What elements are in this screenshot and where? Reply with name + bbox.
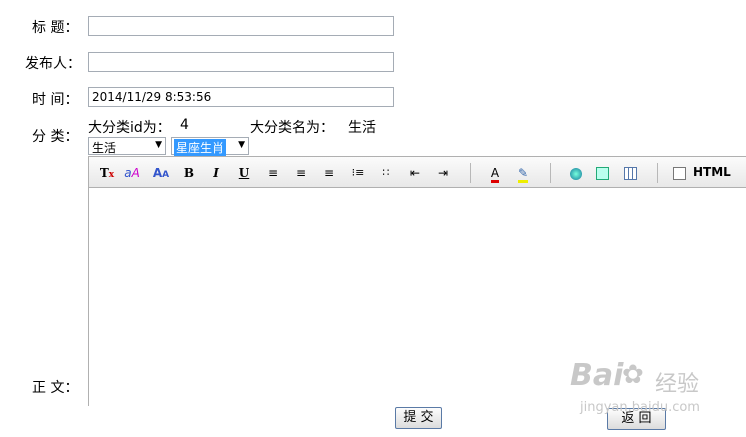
publisher-input[interactable] bbox=[88, 52, 394, 72]
editor-toolbar: Tx aA AA B I U ≡ ≡ ≡ ⁝≡ ∷ ⇤ ⇥ A ✎ HTML bbox=[88, 156, 746, 188]
bold-icon[interactable]: B bbox=[179, 163, 199, 183]
link-icon[interactable] bbox=[566, 163, 586, 183]
watermark-url: jingyan.baidu.com bbox=[580, 400, 700, 415]
chevron-down-icon: ▼ bbox=[238, 140, 245, 150]
submit-button[interactable]: 提 交 bbox=[395, 407, 442, 429]
title-input[interactable] bbox=[88, 16, 394, 36]
big-category-select[interactable]: 生活 ▼ bbox=[88, 137, 166, 155]
font-name-icon[interactable]: aA bbox=[122, 163, 142, 183]
watermark-brand2: 经验 bbox=[655, 372, 700, 397]
align-center-icon[interactable]: ≡ bbox=[291, 163, 311, 183]
unordered-list-icon[interactable]: ∷ bbox=[376, 163, 396, 183]
body-editor[interactable] bbox=[88, 188, 746, 406]
toolbar-separator bbox=[550, 163, 551, 183]
big-category-id-value: 4 bbox=[180, 117, 189, 133]
ordered-list-icon[interactable]: ⁝≡ bbox=[348, 163, 368, 183]
remove-format-icon[interactable]: Tx bbox=[97, 163, 117, 183]
chevron-down-icon: ▼ bbox=[155, 140, 162, 150]
align-right-icon[interactable]: ≡ bbox=[319, 163, 339, 183]
title-label: 标 题： bbox=[32, 20, 79, 36]
paw-icon: ✿ bbox=[622, 360, 644, 390]
big-category-name-value: 生活 bbox=[348, 120, 376, 136]
time-input[interactable]: 2014/11/29 8:53:56 bbox=[88, 87, 394, 107]
watermark-brand: Bai bbox=[570, 358, 624, 393]
html-mode-label: HTML bbox=[693, 165, 731, 179]
small-category-selected: 星座生肖 bbox=[174, 139, 227, 156]
big-category-selected: 生活 bbox=[92, 141, 117, 155]
align-left-icon[interactable]: ≡ bbox=[263, 163, 283, 183]
font-color-icon[interactable]: A bbox=[485, 163, 505, 183]
indent-icon[interactable]: ⇥ bbox=[433, 163, 453, 183]
table-icon[interactable] bbox=[620, 163, 640, 183]
highlight-icon[interactable]: ✎ bbox=[513, 163, 533, 183]
big-category-name-label: 大分类名为： bbox=[250, 120, 334, 136]
underline-icon[interactable]: U bbox=[234, 163, 254, 183]
publisher-label: 发布人： bbox=[25, 56, 81, 72]
category-label: 分 类： bbox=[32, 129, 79, 145]
html-mode-checkbox[interactable] bbox=[673, 167, 686, 180]
outdent-icon[interactable]: ⇤ bbox=[405, 163, 425, 183]
image-icon[interactable] bbox=[592, 163, 612, 183]
toolbar-separator bbox=[470, 163, 471, 183]
small-category-select[interactable]: 星座生肖 ▼ bbox=[171, 137, 249, 156]
font-size-icon[interactable]: AA bbox=[151, 163, 171, 183]
big-category-id-label: 大分类id为： bbox=[88, 120, 171, 136]
body-label: 正 文： bbox=[32, 380, 79, 396]
toolbar-separator bbox=[657, 163, 658, 183]
italic-icon[interactable]: I bbox=[206, 163, 226, 183]
time-label: 时 间： bbox=[32, 92, 79, 108]
